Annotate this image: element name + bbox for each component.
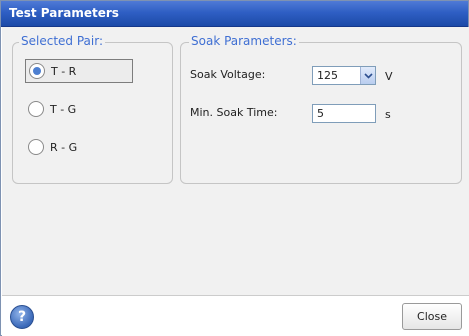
- soak-parameters-legend: Soak Parameters:: [189, 34, 299, 48]
- close-button[interactable]: Close: [402, 303, 462, 330]
- dialog-footer: ? Close: [2, 295, 469, 336]
- soak-voltage-dropdown[interactable]: 125: [312, 66, 376, 85]
- window-title: Test Parameters: [9, 6, 119, 20]
- radio-button-r-g[interactable]: [28, 139, 44, 155]
- selected-pair-group: Selected Pair: T - R T - G R - G: [12, 34, 173, 184]
- selected-pair-legend: Selected Pair:: [19, 34, 105, 48]
- radio-label-r-g: R - G: [50, 140, 78, 154]
- chevron-down-icon[interactable]: [360, 67, 375, 84]
- radio-option-r-g[interactable]: R - G: [25, 135, 133, 159]
- radio-label-t-g: T - G: [50, 102, 77, 116]
- soak-voltage-value: 125: [317, 69, 338, 82]
- soak-voltage-unit: V: [385, 70, 393, 83]
- radio-option-t-r[interactable]: T - R: [25, 59, 133, 83]
- radio-button-t-g[interactable]: [28, 101, 44, 117]
- min-soak-time-unit: s: [385, 108, 391, 121]
- dialog-content: Selected Pair: T - R T - G R - G Soak Pa…: [2, 27, 469, 295]
- radio-button-t-r[interactable]: [29, 63, 45, 79]
- soak-parameters-group: Soak Parameters: Soak Voltage: 125 V Min…: [180, 34, 462, 184]
- min-soak-time-label: Min. Soak Time:: [190, 106, 278, 119]
- test-parameters-window: Test Parameters Selected Pair: T - R T -…: [0, 0, 469, 336]
- title-bar: Test Parameters: [1, 1, 468, 27]
- soak-voltage-label: Soak Voltage:: [190, 68, 266, 81]
- radio-option-t-g[interactable]: T - G: [25, 97, 133, 121]
- question-mark-icon[interactable]: ?: [10, 305, 34, 329]
- min-soak-time-input[interactable]: [312, 104, 376, 123]
- radio-label-t-r: T - R: [51, 64, 77, 78]
- radio-selected-dot: [33, 67, 41, 75]
